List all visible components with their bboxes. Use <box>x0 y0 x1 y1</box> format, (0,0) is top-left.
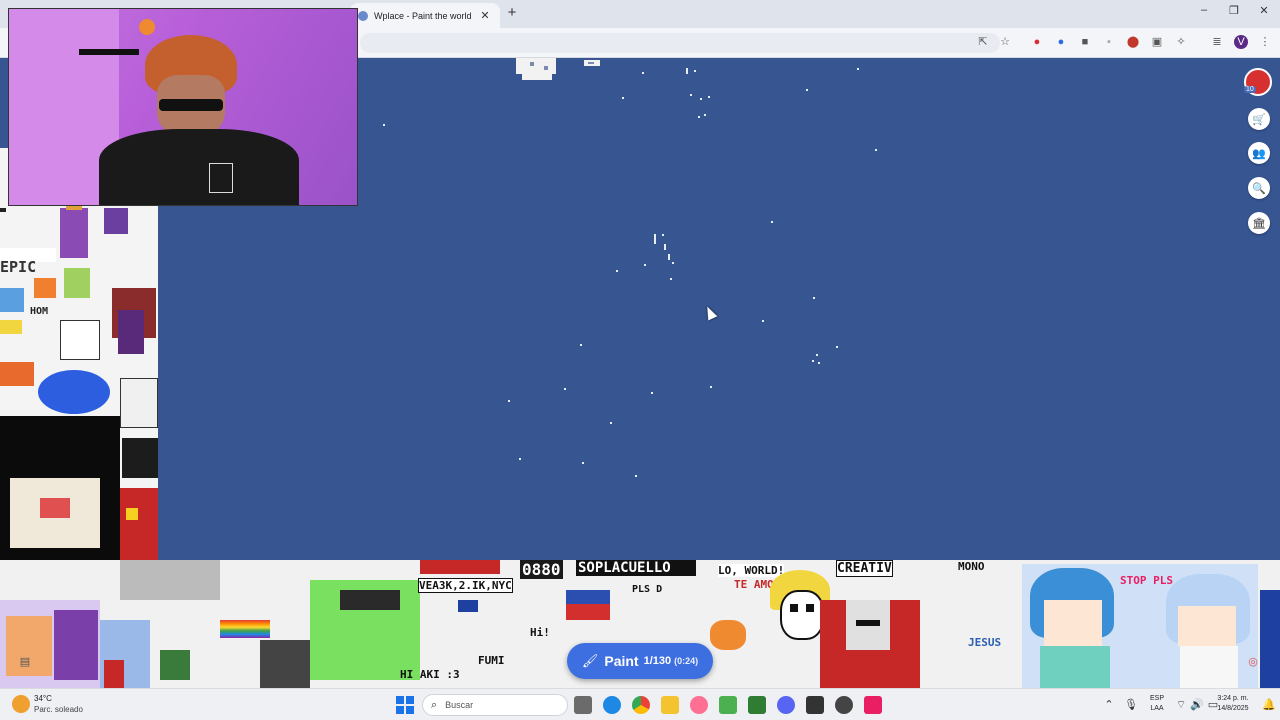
tray-overflow-icon[interactable]: ⌃ <box>1102 698 1116 711</box>
extension-grey-icon[interactable]: ▪ <box>1102 35 1116 49</box>
weather-icon[interactable] <box>12 695 30 713</box>
minecraft-icon[interactable] <box>719 696 737 714</box>
taskbar-search[interactable]: ⌕ Buscar <box>422 694 568 716</box>
search-icon: ⌕ <box>431 698 438 711</box>
xbox-icon[interactable] <box>806 696 824 714</box>
pixel-text-epic: EPIC <box>0 258 37 276</box>
install-icon[interactable]: ⇱ <box>976 35 990 49</box>
extension-blue-icon[interactable]: ● <box>1054 35 1068 49</box>
tab-close-icon[interactable]: ✕ <box>478 9 492 22</box>
new-tab-button[interactable]: + <box>505 4 519 21</box>
pixel-text-nyc: VEA3K,2.IK,NYC <box>418 578 513 593</box>
pixel-text-stop-pls: STOP PLS <box>1120 574 1173 587</box>
maximize-button[interactable]: ❐ <box>1226 4 1242 17</box>
pixel-art-left: EPIC HOM <box>0 148 158 560</box>
language-indicator-bottom[interactable]: LAA <box>1146 705 1168 712</box>
pixel-text-0880: 0880 <box>520 560 563 579</box>
app-pinwheel-icon[interactable] <box>690 696 708 714</box>
taskbar: 34°C Parc. soleado ⌕ Buscar ⌃ 🎙 ESP LAA … <box>0 688 1280 720</box>
webcam-figure <box>139 19 155 35</box>
clock-time[interactable]: 3:24 p. m. <box>1206 695 1260 702</box>
profile-avatar-icon[interactable]: V <box>1234 35 1248 49</box>
extension-box-icon[interactable]: ▣ <box>1150 35 1164 49</box>
extension-red-icon[interactable]: ● <box>1030 35 1044 49</box>
close-window-button[interactable]: ✕ <box>1256 4 1272 17</box>
tiktok-icon[interactable] <box>864 696 882 714</box>
pixel-text-hi: Hi! <box>530 626 550 639</box>
task-view-icon[interactable] <box>574 696 592 714</box>
users-icon: 👥 <box>1252 147 1266 160</box>
file-explorer-icon[interactable] <box>661 696 679 714</box>
info-icon: 🏛 <box>1252 217 1266 230</box>
puzzle-icon[interactable]: ✧ <box>1174 35 1188 49</box>
wplace-favicon-icon <box>358 10 368 21</box>
star-icon[interactable]: ☆ <box>998 35 1012 49</box>
obs-icon[interactable] <box>835 696 853 714</box>
edge-icon[interactable] <box>603 696 621 714</box>
paint-button[interactable]: 🖌 Paint 1/130 (0:24) <box>567 643 713 679</box>
browser-tab[interactable]: Wplace - Paint the world ✕ <box>350 3 500 28</box>
menu-icon[interactable]: ⋮ <box>1258 35 1272 49</box>
layers-button[interactable]: ▤ <box>14 650 36 672</box>
streamer-hoodie <box>99 129 299 205</box>
search-button[interactable]: 🔍 <box>1248 177 1270 199</box>
pixel-text-hello-world: LO, WORLD! <box>718 564 785 577</box>
store-button[interactable]: 🛒 <box>1248 108 1270 130</box>
chrome-icon[interactable] <box>632 696 650 714</box>
mic-arm <box>79 49 139 55</box>
paint-charges: 1/130 <box>643 655 672 667</box>
microphone-icon[interactable]: 🎙 <box>1124 698 1138 711</box>
notifications-icon[interactable]: 🔔 <box>1262 698 1276 711</box>
excel-icon[interactable] <box>748 696 766 714</box>
brush-icon: 🖌 <box>581 653 599 668</box>
cart-icon: 🛒 <box>1252 113 1266 126</box>
clock-date[interactable]: 14/8/2025 <box>1206 705 1260 712</box>
pixel-text-te-amo: TE AMO <box>734 578 774 591</box>
reading-list-icon[interactable]: ≣ <box>1210 35 1224 49</box>
weather-temperature: 34°C <box>34 694 52 703</box>
pixel-text-jesus: JESUS <box>968 636 1002 649</box>
pixel-text-hom: HOM <box>30 306 49 317</box>
layers-icon: ▤ <box>19 655 31 668</box>
address-bar[interactable] <box>360 33 1000 53</box>
start-button[interactable] <box>396 696 414 714</box>
paint-timer: (0:24) <box>674 656 699 666</box>
sunglasses-icon <box>159 99 223 111</box>
hoodie-logo <box>209 163 233 193</box>
streamer-webcam <box>8 8 358 206</box>
notification-badge: 10 <box>1244 86 1256 93</box>
target-icon: ◎ <box>1248 655 1258 668</box>
weather-description: Parc. soleado <box>34 705 83 714</box>
discord-icon[interactable] <box>777 696 795 714</box>
minimize-button[interactable]: – <box>1196 4 1212 16</box>
pixel-text-mono: MONO <box>958 560 985 573</box>
pixel-text-hi-aki: FUMI <box>478 654 505 667</box>
search-icon: 🔍 <box>1252 182 1266 195</box>
leaderboard-button[interactable]: 👥 <box>1248 142 1270 164</box>
pixel-text-pls: PLS D <box>632 584 663 595</box>
extension-gamepad-icon[interactable]: ■ <box>1078 35 1092 49</box>
pixel-text-creativ: CREATIV <box>836 560 893 577</box>
search-placeholder: Buscar <box>445 700 474 710</box>
locate-button[interactable]: ◎ <box>1242 650 1264 672</box>
language-indicator-top[interactable]: ESP <box>1146 695 1168 702</box>
tab-title: Wplace - Paint the world <box>374 10 472 21</box>
info-button[interactable]: 🏛 <box>1248 212 1270 234</box>
extension-stop-icon[interactable]: ⬤ <box>1126 35 1140 49</box>
volume-icon[interactable]: 🔊 <box>1190 698 1204 711</box>
pixel-text-soplacuello: SOPLACUELLO <box>576 560 696 576</box>
screen: Wplace - Paint the world ✕ + – ❐ ✕ ⇱ ☆ ●… <box>0 0 1280 720</box>
paint-label: Paint <box>604 653 639 669</box>
wifi-icon[interactable]: ⌔ <box>1174 698 1188 712</box>
pixel-text-fumi: HI AKI :3 <box>400 668 460 681</box>
